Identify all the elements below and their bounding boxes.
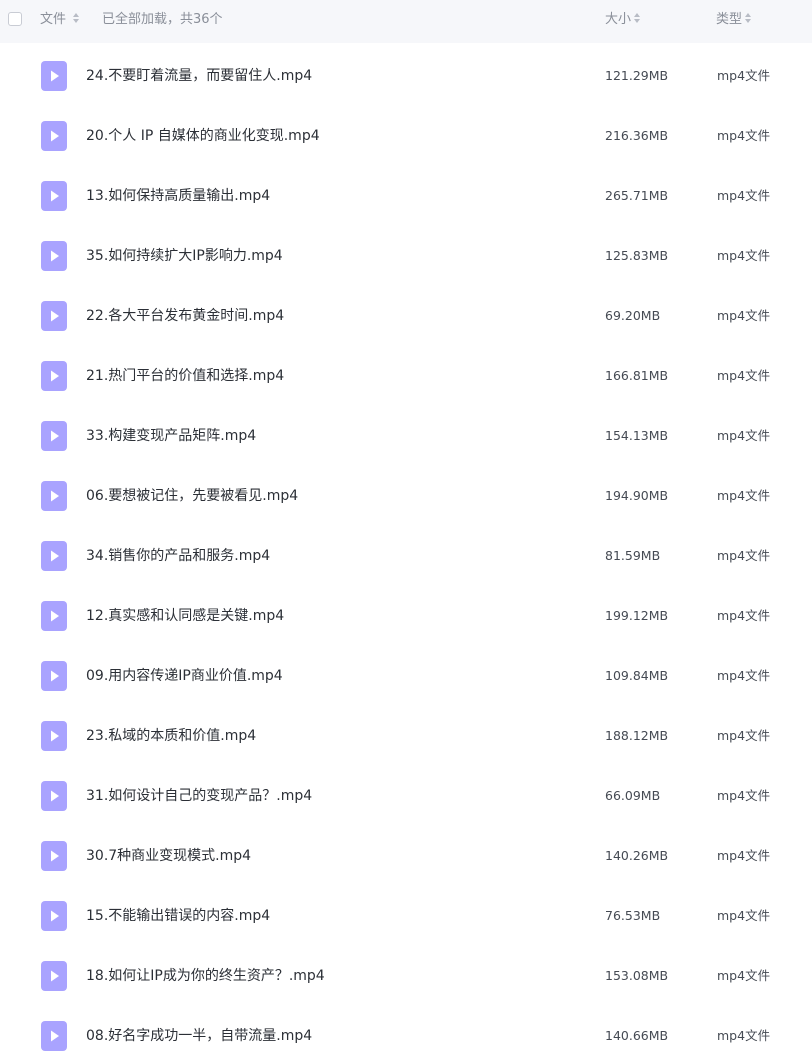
file-size: 265.71MB [605,188,669,203]
file-type: mp4文件 [717,368,771,383]
file-row[interactable]: 15.不能输出错误的内容.mp4 76.53MB mp4文件 [0,883,812,943]
file-row[interactable]: 24.不要盯着流量，而要留住人.mp4 121.29MB mp4文件 [0,43,812,103]
file-name[interactable]: 18.如何让IP成为你的终生资产？.mp4 [86,967,325,985]
video-file-icon [41,481,67,511]
video-file-icon [41,61,67,91]
video-file-icon [41,301,67,331]
file-type: mp4文件 [717,1028,771,1043]
loaded-status-text: 已全部加载，共36个 [102,12,223,27]
file-size: 188.12MB [605,728,669,743]
file-row[interactable]: 22.各大平台发布黄金时间.mp4 69.20MB mp4文件 [0,283,812,343]
file-name[interactable]: 13.如何保持高质量输出.mp4 [86,187,270,205]
video-file-icon [41,661,67,691]
file-row[interactable]: 13.如何保持高质量输出.mp4 265.71MB mp4文件 [0,163,812,223]
file-row[interactable]: 30.7种商业变现模式.mp4 140.26MB mp4文件 [0,823,812,883]
video-file-icon [41,541,67,571]
file-name[interactable]: 08.好名字成功一半，自带流量.mp4 [86,1027,312,1045]
file-type: mp4文件 [717,668,771,683]
file-size: 81.59MB [605,548,661,563]
sort-icon[interactable] [745,13,751,25]
file-row[interactable]: 08.好名字成功一半，自带流量.mp4 140.66MB mp4文件 [0,1003,812,1063]
sort-icon[interactable] [73,13,79,25]
file-row[interactable]: 12.真实感和认同感是关键.mp4 199.12MB mp4文件 [0,583,812,643]
file-size: 66.09MB [605,788,661,803]
file-size: 216.36MB [605,128,669,143]
file-name[interactable]: 20.个人 IP 自媒体的商业化变现.mp4 [86,127,320,145]
file-size: 140.26MB [605,848,669,863]
video-file-icon [41,361,67,391]
file-row[interactable]: 35.如何持续扩大IP影响力.mp4 125.83MB mp4文件 [0,223,812,283]
file-row[interactable]: 06.要想被记住，先要被看见.mp4 194.90MB mp4文件 [0,463,812,523]
file-type: mp4文件 [717,188,771,203]
file-type: mp4文件 [717,788,771,803]
file-type: mp4文件 [717,428,771,443]
sort-icon[interactable] [634,13,640,25]
file-size: 194.90MB [605,488,669,503]
video-file-icon [41,961,67,991]
video-file-icon [41,841,67,871]
video-file-icon [41,181,67,211]
file-name[interactable]: 09.用内容传递IP商业价值.mp4 [86,667,283,685]
video-file-icon [41,241,67,271]
file-name[interactable]: 30.7种商业变现模式.mp4 [86,847,251,865]
file-type: mp4文件 [717,608,771,623]
video-file-icon [41,901,67,931]
video-file-icon [41,121,67,151]
file-row[interactable]: 21.热门平台的价值和选择.mp4 166.81MB mp4文件 [0,343,812,403]
file-list: 24.不要盯着流量，而要留住人.mp4 121.29MB mp4文件 20.个人 IP… [0,43,812,1063]
file-row[interactable]: 20.个人 IP 自媒体的商业化变现.mp4 216.36MB mp4文件 [0,103,812,163]
file-type: mp4文件 [717,968,771,983]
file-type: mp4文件 [717,308,771,323]
file-type: mp4文件 [717,488,771,503]
file-column-header[interactable]: 文件 [40,12,66,28]
video-file-icon [41,1021,67,1051]
video-file-icon [41,781,67,811]
type-column-header[interactable]: 类型 [716,12,742,28]
file-name[interactable]: 21.热门平台的价值和选择.mp4 [86,367,284,385]
file-name[interactable]: 33.构建变现产品矩阵.mp4 [86,427,256,445]
file-type: mp4文件 [717,908,771,923]
file-name[interactable]: 23.私域的本质和价值.mp4 [86,727,256,745]
file-list-header: 文件 已全部加载，共36个 大小 类型 [0,0,812,43]
file-name[interactable]: 35.如何持续扩大IP影响力.mp4 [86,247,283,265]
file-size: 140.66MB [605,1028,669,1043]
file-name[interactable]: 24.不要盯着流量，而要留住人.mp4 [86,67,312,85]
file-row[interactable]: 31.如何设计自己的变现产品？.mp4 66.09MB mp4文件 [0,763,812,823]
file-type: mp4文件 [717,68,771,83]
file-size: 166.81MB [605,368,669,383]
file-size: 69.20MB [605,308,661,323]
file-name[interactable]: 34.销售你的产品和服务.mp4 [86,547,270,565]
file-type: mp4文件 [717,128,771,143]
file-size: 109.84MB [605,668,669,683]
file-size: 153.08MB [605,968,669,983]
file-name[interactable]: 12.真实感和认同感是关键.mp4 [86,607,284,625]
video-file-icon [41,601,67,631]
file-size: 199.12MB [605,608,669,623]
file-row[interactable]: 23.私域的本质和价值.mp4 188.12MB mp4文件 [0,703,812,763]
file-name[interactable]: 15.不能输出错误的内容.mp4 [86,907,270,925]
file-size: 121.29MB [605,68,669,83]
file-row[interactable]: 18.如何让IP成为你的终生资产？.mp4 153.08MB mp4文件 [0,943,812,1003]
file-size: 125.83MB [605,248,669,263]
file-name[interactable]: 06.要想被记住，先要被看见.mp4 [86,487,298,505]
file-size: 76.53MB [605,908,661,923]
video-file-icon [41,721,67,751]
file-type: mp4文件 [717,848,771,863]
file-size: 154.13MB [605,428,669,443]
file-row[interactable]: 34.销售你的产品和服务.mp4 81.59MB mp4文件 [0,523,812,583]
size-column-header[interactable]: 大小 [605,12,631,28]
file-name[interactable]: 22.各大平台发布黄金时间.mp4 [86,307,284,325]
file-type: mp4文件 [717,248,771,263]
video-file-icon [41,421,67,451]
select-all-checkbox[interactable] [8,12,22,26]
file-row[interactable]: 09.用内容传递IP商业价值.mp4 109.84MB mp4文件 [0,643,812,703]
file-type: mp4文件 [717,728,771,743]
file-name[interactable]: 31.如何设计自己的变现产品？.mp4 [86,787,312,805]
file-type: mp4文件 [717,548,771,563]
file-row[interactable]: 33.构建变现产品矩阵.mp4 154.13MB mp4文件 [0,403,812,463]
